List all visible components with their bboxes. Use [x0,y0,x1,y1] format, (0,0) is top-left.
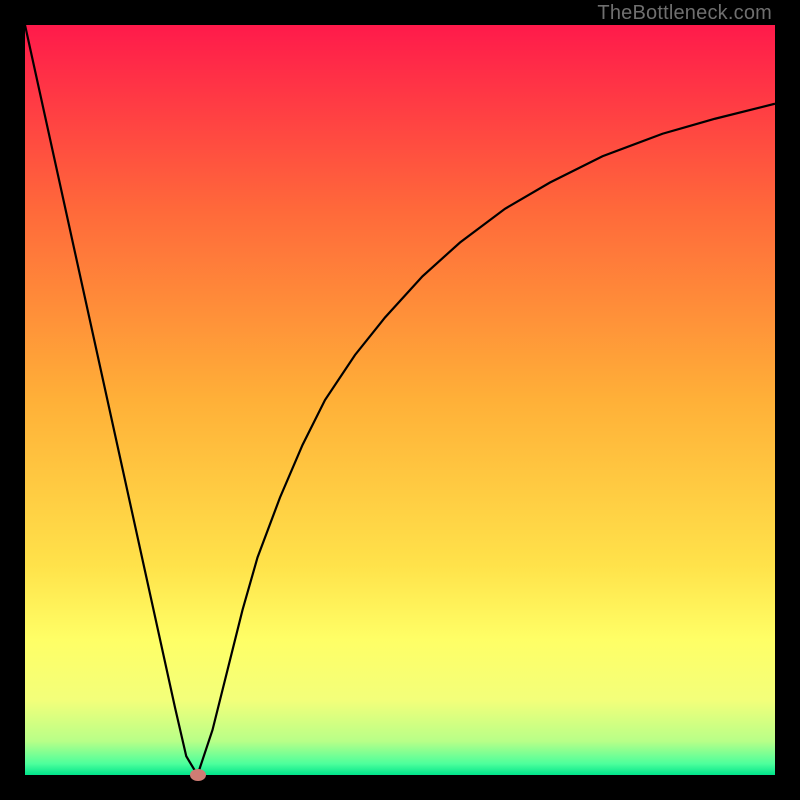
gradient-background [25,25,775,775]
chart-frame [25,25,775,775]
watermark-text: TheBottleneck.com [597,2,772,25]
bottleneck-chart [25,25,775,775]
optimal-point-marker [190,769,206,781]
